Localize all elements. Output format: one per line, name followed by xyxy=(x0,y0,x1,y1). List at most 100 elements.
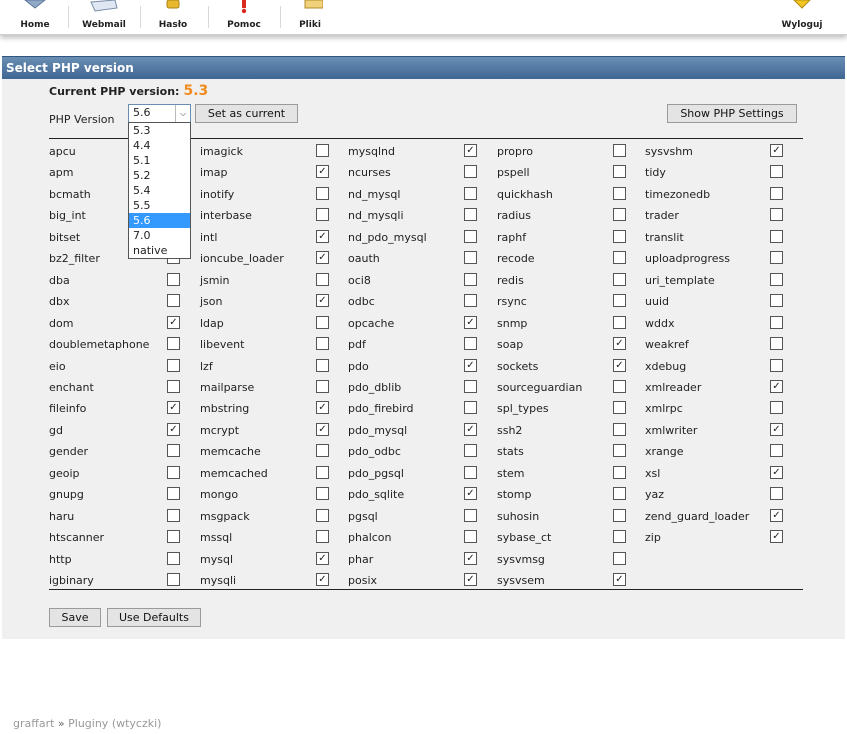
checkbox-checked[interactable]: ✓ xyxy=(770,530,783,544)
checkbox-unchecked[interactable] xyxy=(770,487,783,501)
checkbox-unchecked[interactable] xyxy=(770,315,783,329)
checkbox-unchecked[interactable] xyxy=(464,165,477,179)
chevron-down-icon[interactable]: ⌵ xyxy=(175,105,190,122)
checkbox-unchecked[interactable] xyxy=(316,487,329,501)
checkbox-checked[interactable]: ✓ xyxy=(464,315,477,329)
dropdown-option[interactable]: native xyxy=(129,243,190,258)
checkbox-unchecked[interactable] xyxy=(167,444,180,458)
checkbox-unchecked[interactable] xyxy=(167,487,180,501)
checkbox-unchecked[interactable] xyxy=(613,294,626,308)
checkbox-checked[interactable]: ✓ xyxy=(316,422,329,436)
checkbox-checked[interactable]: ✓ xyxy=(167,401,180,415)
checkbox-unchecked[interactable] xyxy=(464,465,477,479)
checkbox-unchecked[interactable] xyxy=(770,294,783,308)
checkbox-unchecked[interactable] xyxy=(464,337,477,351)
checkbox-unchecked[interactable] xyxy=(464,508,477,522)
checkbox-unchecked[interactable] xyxy=(613,508,626,522)
checkbox-unchecked[interactable] xyxy=(770,186,783,200)
checkbox-unchecked[interactable] xyxy=(167,573,180,586)
checkbox-unchecked[interactable] xyxy=(613,315,626,329)
checkbox-unchecked[interactable] xyxy=(316,444,329,458)
checkbox-unchecked[interactable] xyxy=(316,379,329,393)
checkbox-unchecked[interactable] xyxy=(613,165,626,179)
checkbox-checked[interactable]: ✓ xyxy=(464,358,477,372)
dropdown-option[interactable]: 5.5 xyxy=(129,198,190,213)
checkbox-unchecked[interactable] xyxy=(613,465,626,479)
checkbox-checked[interactable]: ✓ xyxy=(316,573,329,586)
save-button[interactable]: Save xyxy=(49,608,101,627)
checkbox-unchecked[interactable] xyxy=(316,358,329,372)
checkbox-unchecked[interactable] xyxy=(613,551,626,565)
checkbox-checked[interactable]: ✓ xyxy=(770,422,783,436)
nav-files[interactable]: Pliki xyxy=(290,0,330,34)
checkbox-checked[interactable]: ✓ xyxy=(464,144,477,157)
checkbox-unchecked[interactable] xyxy=(770,272,783,286)
checkbox-checked[interactable]: ✓ xyxy=(613,573,626,586)
show-php-settings-button[interactable]: Show PHP Settings xyxy=(667,104,797,123)
breadcrumb-root[interactable]: graffart xyxy=(13,717,54,730)
checkbox-checked[interactable]: ✓ xyxy=(464,573,477,586)
breadcrumb-current[interactable]: Pluginy (wtyczki) xyxy=(68,717,161,730)
checkbox-unchecked[interactable] xyxy=(464,530,477,544)
set-as-current-button[interactable]: Set as current xyxy=(195,104,298,123)
checkbox-checked[interactable]: ✓ xyxy=(770,508,783,522)
checkbox-checked[interactable]: ✓ xyxy=(316,251,329,265)
checkbox-unchecked[interactable] xyxy=(770,165,783,179)
checkbox-unchecked[interactable] xyxy=(316,465,329,479)
checkbox-checked[interactable]: ✓ xyxy=(770,465,783,479)
dropdown-option[interactable]: 5.4 xyxy=(129,183,190,198)
dropdown-option[interactable]: 5.1 xyxy=(129,153,190,168)
checkbox-unchecked[interactable] xyxy=(770,208,783,222)
checkbox-unchecked[interactable] xyxy=(167,294,180,308)
checkbox-checked[interactable]: ✓ xyxy=(613,358,626,372)
dropdown-option[interactable]: 5.2 xyxy=(129,168,190,183)
nav-help[interactable]: Pomoc xyxy=(222,0,266,34)
nav-home[interactable]: Home xyxy=(14,0,56,34)
checkbox-unchecked[interactable] xyxy=(613,487,626,501)
dropdown-option[interactable]: 5.6 xyxy=(129,213,190,228)
checkbox-unchecked[interactable] xyxy=(770,358,783,372)
checkbox-unchecked[interactable] xyxy=(770,337,783,351)
dropdown-option[interactable]: 4.4 xyxy=(129,138,190,153)
checkbox-unchecked[interactable] xyxy=(613,272,626,286)
checkbox-unchecked[interactable] xyxy=(167,465,180,479)
checkbox-checked[interactable]: ✓ xyxy=(316,294,329,308)
checkbox-unchecked[interactable] xyxy=(464,379,477,393)
checkbox-unchecked[interactable] xyxy=(316,530,329,544)
checkbox-unchecked[interactable] xyxy=(167,272,180,286)
checkbox-unchecked[interactable] xyxy=(613,251,626,265)
php-version-dropdown[interactable]: 5.3 4.4 5.1 5.2 5.4 5.5 5.6 7.0 native xyxy=(128,122,191,259)
dropdown-option[interactable]: 5.3 xyxy=(129,123,190,138)
checkbox-unchecked[interactable] xyxy=(613,208,626,222)
checkbox-checked[interactable]: ✓ xyxy=(167,315,180,329)
checkbox-unchecked[interactable] xyxy=(770,444,783,458)
checkbox-checked[interactable]: ✓ xyxy=(167,422,180,436)
checkbox-unchecked[interactable] xyxy=(316,508,329,522)
checkbox-checked[interactable]: ✓ xyxy=(770,379,783,393)
checkbox-unchecked[interactable] xyxy=(464,186,477,200)
nav-password[interactable]: Hasło xyxy=(152,0,194,34)
checkbox-checked[interactable]: ✓ xyxy=(464,551,477,565)
php-version-select[interactable]: 5.6 ⌵ xyxy=(128,104,191,123)
checkbox-unchecked[interactable] xyxy=(770,401,783,415)
checkbox-unchecked[interactable] xyxy=(316,315,329,329)
checkbox-unchecked[interactable] xyxy=(613,422,626,436)
checkbox-unchecked[interactable] xyxy=(316,337,329,351)
checkbox-checked[interactable]: ✓ xyxy=(464,487,477,501)
checkbox-checked[interactable]: ✓ xyxy=(613,337,626,351)
checkbox-unchecked[interactable] xyxy=(613,144,626,157)
use-defaults-button[interactable]: Use Defaults xyxy=(107,608,201,627)
dropdown-option[interactable]: 7.0 xyxy=(129,228,190,243)
checkbox-unchecked[interactable] xyxy=(167,358,180,372)
checkbox-unchecked[interactable] xyxy=(316,208,329,222)
checkbox-checked[interactable]: ✓ xyxy=(316,165,329,179)
checkbox-unchecked[interactable] xyxy=(316,186,329,200)
checkbox-unchecked[interactable] xyxy=(613,444,626,458)
checkbox-unchecked[interactable] xyxy=(613,379,626,393)
checkbox-unchecked[interactable] xyxy=(167,337,180,351)
checkbox-unchecked[interactable] xyxy=(464,444,477,458)
checkbox-unchecked[interactable] xyxy=(167,530,180,544)
checkbox-unchecked[interactable] xyxy=(167,379,180,393)
checkbox-checked[interactable]: ✓ xyxy=(316,551,329,565)
checkbox-unchecked[interactable] xyxy=(464,208,477,222)
